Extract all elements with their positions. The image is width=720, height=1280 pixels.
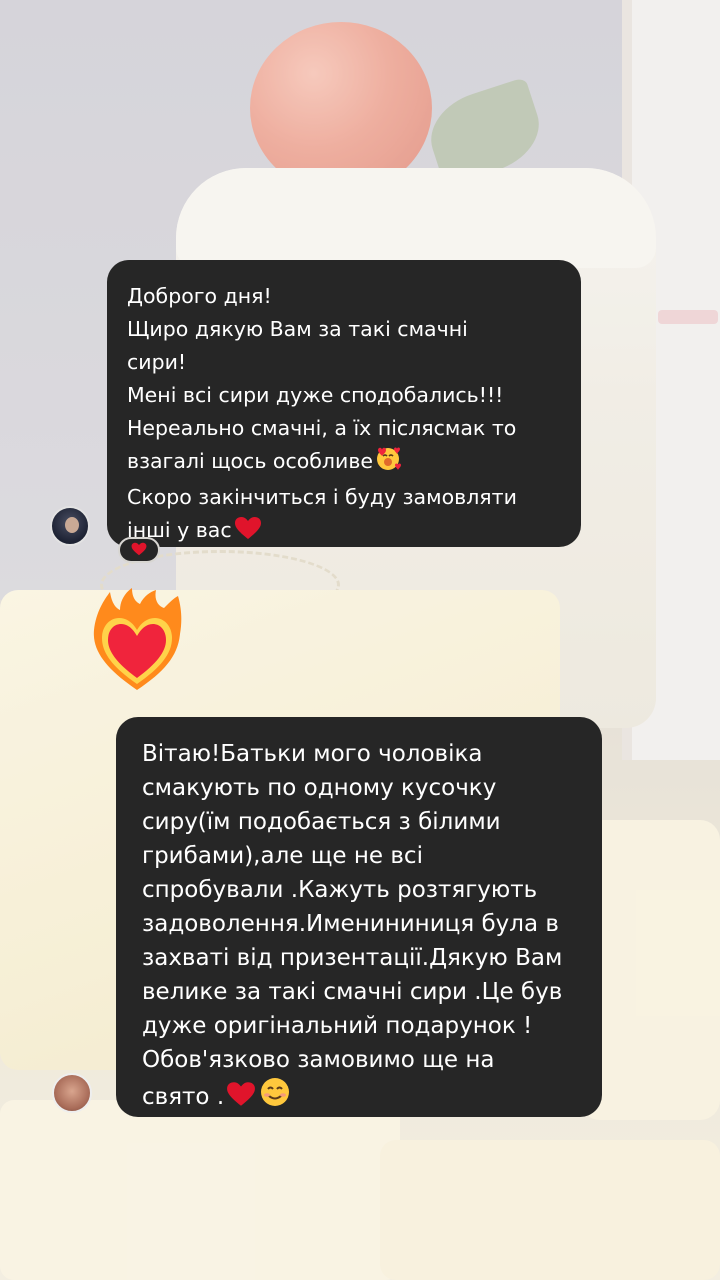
message-line: захваті від призентації.Дякую Вам [142,945,563,971]
message-line-text: свято . [142,1084,225,1110]
message-line: спробували .Кажуть розтягують [142,877,538,903]
smiling-face-icon [260,1077,290,1117]
message-line: смакують по одному кусочку [142,775,497,801]
message-reaction[interactable] [118,537,160,563]
message-line: Нереально смачні, а їх післясмак то [127,416,517,440]
message-line-with-emoji: взагалі щось особливе [127,445,561,481]
red-heart-icon [131,541,147,560]
smiling-face-with-hearts-icon [375,445,403,481]
message-line: Доброго дня! [127,284,272,308]
red-heart-icon [226,1081,256,1117]
sender-avatar[interactable] [52,1073,92,1113]
message-line-text: взагалі щось особливе [127,449,374,473]
message-line: Мені всі сири дуже сподобались!!! [127,383,504,407]
sender-avatar[interactable] [50,506,90,546]
message-line: сири! [127,350,187,374]
message-bubble[interactable]: Вітаю!Батьки мого чоловіка смакують по о… [116,717,602,1117]
heart-on-fire-icon [86,586,188,694]
message-line: грибами),але ще не всі [142,843,423,869]
message-line: Обов'язково замовимо ще на [142,1047,495,1073]
message-line: задоволення.Именининиця була в [142,911,559,937]
message-bubble[interactable]: Доброго дня! Щиро дякую Вам за такі смач… [107,260,581,547]
message-line-with-emoji: свято . [142,1077,578,1117]
message-line: Скоро закінчиться і буду замовляти [127,485,517,509]
red-heart-icon [234,516,262,550]
message-line-with-emoji: інші у вас [127,514,561,550]
message-line: Щиро дякую Вам за такі смачні [127,317,468,341]
message-line: дуже оригінальний подарунок ! [142,1013,533,1039]
message-line: Вітаю!Батьки мого чоловіка [142,741,483,767]
message-line: сиру(їм подобається з білими [142,809,501,835]
message-line: велике за такі смачні сири .Це був [142,979,563,1005]
